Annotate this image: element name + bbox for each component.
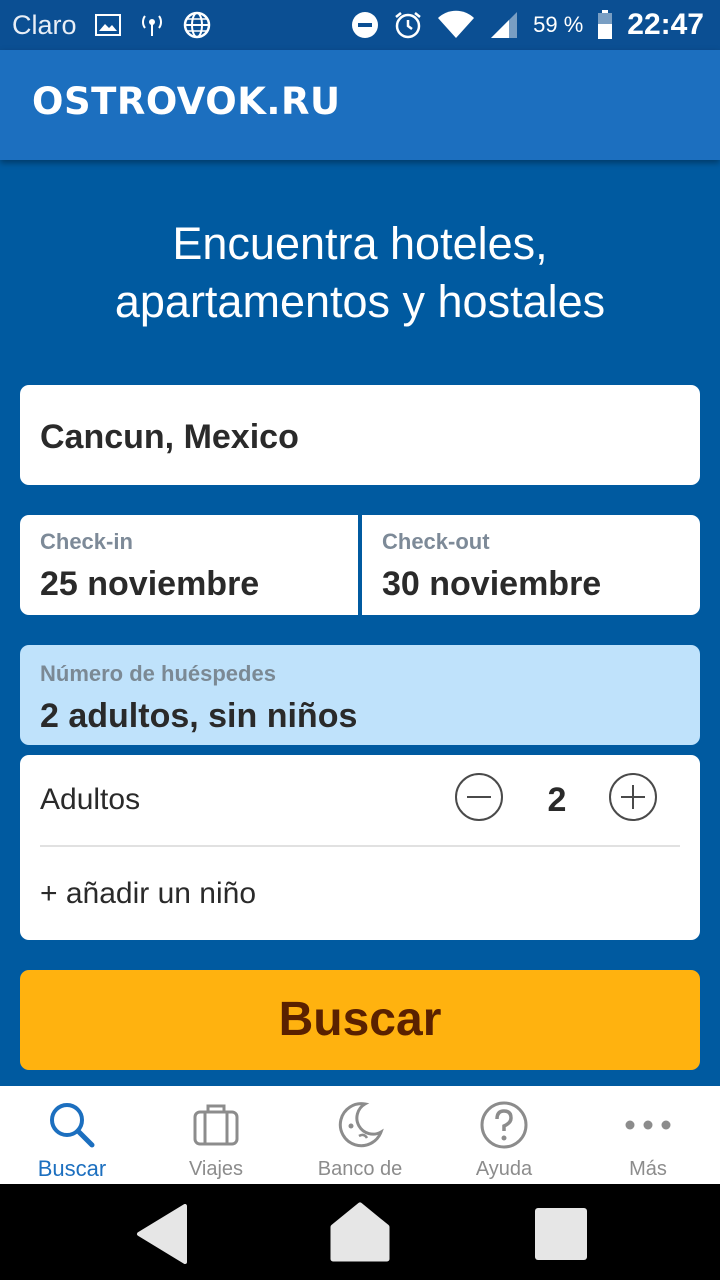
checkin-value: 25 noviembre	[40, 565, 260, 603]
app-logo[interactable]: OSTROVOK.RU	[32, 80, 341, 123]
system-nav-bar	[0, 1184, 720, 1280]
adults-label: Adultos	[40, 783, 141, 816]
checkout-value: 30 noviembre	[382, 565, 602, 603]
moon-icon	[338, 1102, 384, 1148]
more-icon	[625, 1120, 671, 1130]
home-icon[interactable]	[330, 1202, 390, 1264]
headline-line-2: apartamentos y hostales	[114, 276, 606, 327]
app-bar: OSTROVOK.RU	[0, 50, 720, 160]
nav-item-ayuda[interactable]: Ayuda	[432, 1086, 576, 1184]
battery-percent: 59 %	[533, 12, 584, 37]
divider	[40, 845, 680, 847]
bottom-nav: Buscar Viajes Banco de Ayuda Más	[0, 1086, 720, 1184]
guests-label: Número de huéspedes	[40, 661, 276, 686]
alarm-icon	[395, 12, 421, 39]
destination-field[interactable]: Cancun, Mexico	[20, 385, 700, 485]
destination-value: Cancun, Mexico	[40, 418, 299, 456]
hotspot-icon	[141, 15, 162, 36]
nav-label-viajes: Viajes	[188, 1158, 244, 1180]
nav-label-buscar: Buscar	[37, 1156, 107, 1181]
nav-item-viajes[interactable]: Viajes	[144, 1086, 288, 1184]
search-icon	[50, 1103, 95, 1148]
checkout-label: Check-out	[382, 529, 490, 554]
clock: 22:47	[627, 8, 704, 41]
checkout-field[interactable]: Check-out 30 noviembre	[362, 515, 700, 615]
checkin-label: Check-in	[40, 529, 133, 554]
help-icon	[480, 1101, 528, 1149]
recents-icon[interactable]	[533, 1206, 589, 1262]
search-button[interactable]: Buscar	[20, 970, 700, 1070]
guests-panel: Adultos 2 + añadir un niño	[20, 755, 700, 940]
suitcase-icon	[193, 1104, 239, 1146]
decrease-adults-button[interactable]	[455, 773, 503, 821]
dnd-icon	[352, 12, 379, 38]
guests-field[interactable]: Número de huéspedes 2 adultos, sin niños	[20, 645, 700, 745]
add-child-link[interactable]: + añadir un niño	[40, 877, 256, 911]
nav-item-buscar[interactable]: Buscar	[0, 1086, 144, 1184]
guests-value: 2 adultos, sin niños	[40, 697, 358, 735]
signal-icon	[491, 12, 518, 38]
wifi-icon	[438, 10, 475, 39]
nav-item-mas[interactable]: Más	[576, 1086, 720, 1184]
carrier-name: Claro	[12, 9, 77, 40]
image-icon	[94, 14, 121, 36]
headline-line-1: Encuentra hoteles,	[172, 218, 548, 269]
adults-count: 2	[547, 781, 567, 819]
checkin-field[interactable]: Check-in 25 noviembre	[20, 515, 358, 615]
nav-label-banco: Banco de	[317, 1158, 403, 1180]
globe-icon	[183, 11, 210, 39]
nav-item-banco[interactable]: Banco de	[288, 1086, 432, 1184]
status-bar: Claro 59 % 22:47	[0, 0, 720, 50]
page-headline: Encuentra hoteles, apartamentos y hostal…	[0, 215, 720, 331]
battery-icon	[598, 10, 613, 39]
search-button-label: Buscar	[278, 993, 442, 1046]
increase-adults-button[interactable]	[609, 773, 657, 821]
nav-label-ayuda: Ayuda	[475, 1158, 533, 1180]
back-icon[interactable]	[135, 1204, 187, 1264]
nav-label-mas: Más	[629, 1158, 667, 1180]
